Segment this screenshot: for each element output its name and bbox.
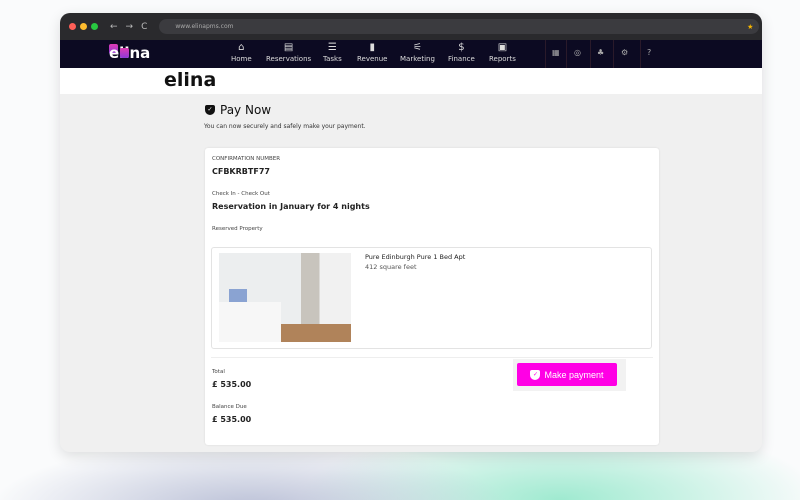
property-photo [219, 253, 351, 342]
divider [211, 357, 653, 358]
nav-revenue[interactable]: ▮ Revenue [357, 42, 388, 63]
confirmation-label: CONFIRMATION NUMBER [212, 156, 281, 162]
booking-card: CONFIRMATION NUMBER CFBKRBTF77 Check In … [205, 148, 659, 445]
nav-tasks[interactable]: ☰ Tasks [323, 42, 342, 63]
payment-button-container: ✓ Make payment [513, 359, 626, 391]
reservation-dates: Reservation in January for 4 nights [212, 202, 370, 211]
nav-reports[interactable]: ▣ Reports [489, 42, 516, 63]
nav-marketing[interactable]: ⚟ Marketing [400, 42, 435, 63]
page-subtitle: You can now securely and safely make you… [204, 123, 366, 130]
nav-reservations[interactable]: ▤ Reservations [266, 42, 311, 63]
brand-logo: elina [164, 69, 217, 91]
nav-home[interactable]: ⌂ Home [231, 42, 252, 63]
make-payment-label: Make payment [544, 369, 604, 380]
brand-header: elina [60, 68, 762, 94]
pocket-shield-icon: ✓ [205, 105, 215, 115]
nav-finance[interactable]: $ Finance [448, 42, 475, 63]
home-icon: ⌂ [238, 42, 245, 53]
megaphone-icon: ⚟ [412, 42, 422, 53]
total-amount: £ 535.00 [212, 380, 252, 389]
address-bar[interactable]: www.elinapms.com ★ [159, 19, 760, 34]
nav-logo[interactable]: elina [107, 44, 151, 62]
divider [590, 40, 591, 68]
forward-icon[interactable]: → [126, 22, 134, 32]
property-size: 412 square feet [365, 263, 417, 271]
divider [545, 40, 546, 68]
back-icon[interactable]: ← [110, 22, 118, 32]
browser-window: ← → C www.elinapms.com ★ elina ⌂ Home ▤ Res… [60, 13, 762, 452]
dates-label: Check In - Check Out [212, 191, 270, 197]
browser-titlebar: ← → C www.elinapms.com ★ [60, 13, 762, 40]
divider [613, 40, 614, 68]
property-item: Pure Edinburgh Pure 1 Bed Apt 412 square… [211, 247, 652, 349]
nav-label: Home [231, 55, 252, 63]
nav-label: Marketing [400, 55, 435, 63]
nav-label: Finance [448, 55, 475, 63]
property-name: Pure Edinburgh Pure 1 Bed Apt [365, 253, 466, 261]
url-text: www.elinapms.com [175, 23, 234, 30]
reload-icon[interactable]: C [141, 22, 147, 32]
pillow [229, 289, 247, 302]
property-label: Reserved Property [212, 226, 263, 232]
help-icon[interactable]: ? [647, 48, 651, 57]
minimize-dot[interactable] [80, 23, 87, 30]
page-title: ✓ Pay Now [205, 103, 271, 117]
top-nav: elina ⌂ Home ▤ Reservations ☰ Tasks ▮ Revenu… [60, 40, 762, 68]
bed [219, 302, 281, 342]
total-label: Total [212, 369, 225, 375]
dollar-icon: $ [458, 42, 465, 53]
nav-label: Tasks [323, 55, 342, 63]
close-dot[interactable] [69, 23, 76, 30]
bar-chart-icon: ▮ [369, 42, 375, 53]
page-title-text: Pay Now [220, 103, 272, 117]
pocket-shield-icon: ✓ [530, 369, 541, 380]
nav-label: Reservations [266, 55, 312, 63]
balance-label: Balance Due [212, 404, 247, 410]
nav-label: Reports [489, 55, 516, 63]
maximize-dot[interactable] [91, 23, 98, 30]
floor [281, 324, 351, 342]
confirmation-number: CFBKRBTF77 [212, 167, 270, 176]
calendar-icon: ▤ [283, 42, 294, 53]
tasks-icon: ☰ [327, 42, 337, 53]
report-icon: ▣ [497, 42, 508, 53]
nav-label: Revenue [357, 55, 388, 63]
clock-icon[interactable]: ◎ [574, 48, 581, 57]
logo-mark-icon [120, 48, 129, 58]
nav-logo-text: elina [109, 44, 151, 62]
calendar-grid-icon[interactable]: ▦ [552, 48, 560, 57]
balance-amount: £ 535.00 [212, 415, 252, 424]
make-payment-button[interactable]: ✓ Make payment [517, 363, 617, 386]
bookmark-star-icon[interactable]: ★ [747, 23, 753, 31]
org-chart-icon[interactable]: ♣ [597, 48, 604, 57]
divider [640, 40, 641, 68]
settings-icon[interactable]: ⚙ [621, 48, 628, 57]
divider [566, 40, 567, 68]
